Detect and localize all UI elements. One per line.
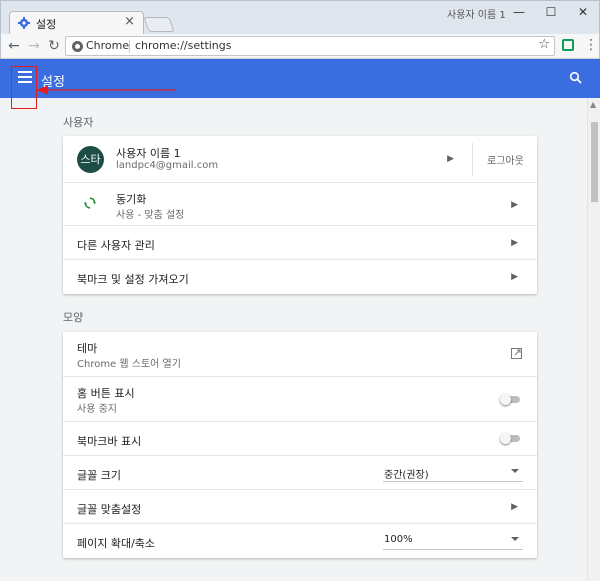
annotation-arrow-icon [36, 85, 176, 95]
window-titlebar: 설정 × 사용자 이름 1 — ☐ ✕ [0, 0, 600, 35]
font-size-title: 글꼴 크기 [77, 469, 121, 482]
people-card: 스타 사용자 이름 1 landpc4@gmail.com ▶ 로그아웃 동기화… [63, 136, 537, 294]
forward-button[interactable]: → [26, 38, 42, 54]
chevron-right-icon[interactable]: ▶ [447, 154, 454, 164]
page-zoom-row: 페이지 확대/축소 100% [63, 524, 537, 558]
customize-fonts-label: 글꼴 맞춤설정 [77, 503, 142, 516]
profile-name-badge[interactable]: 사용자 이름 1 [447, 6, 506, 21]
annotation-highlight-box [11, 66, 37, 109]
omnibox-separator [129, 40, 130, 53]
import-label: 북마크 및 설정 가져오기 [77, 273, 189, 286]
chevron-right-icon[interactable]: ▶ [511, 272, 518, 282]
manage-others-label: 다른 사용자 관리 [77, 239, 155, 252]
omnibox-chip: Chrome [86, 39, 130, 52]
profile-name: 사용자 이름 1 [116, 147, 181, 160]
sync-row[interactable]: 동기화 사용 - 맞춤 설정 ▶ [63, 183, 537, 226]
bookmarks-bar-title: 북마크바 표시 [77, 435, 142, 448]
home-button-title: 홈 버튼 표시 [77, 387, 135, 400]
minimize-button[interactable]: — [506, 4, 532, 20]
chevron-right-icon[interactable]: ▶ [511, 238, 518, 248]
gear-icon [18, 17, 30, 29]
manage-others-row[interactable]: 다른 사용자 관리 ▶ [63, 226, 537, 260]
home-button-toggle[interactable] [500, 394, 520, 405]
extension-icon[interactable] [562, 39, 574, 51]
vertical-scrollbar[interactable]: ▲ [587, 98, 600, 581]
url-text[interactable]: chrome://settings [135, 39, 232, 52]
sync-subtitle: 사용 - 맞춤 설정 [116, 210, 185, 221]
browser-toolbar: ← → ↻ Chrome chrome://settings ☆ ⋮ [0, 34, 600, 59]
chrome-menu-icon[interactable]: ⋮ [584, 37, 598, 53]
profile-row[interactable]: 스타 사용자 이름 1 landpc4@gmail.com ▶ 로그아웃 [63, 136, 537, 183]
tab-title: 설정 [36, 18, 57, 31]
theme-title: 테마 [77, 342, 98, 355]
customize-fonts-row[interactable]: 글꼴 맞춤설정 ▶ [63, 490, 537, 524]
appearance-card: 테마 Chrome 웹 스토어 열기 홈 버튼 표시 사용 중지 북마크바 표시 [63, 332, 537, 558]
profile-email: landpc4@gmail.com [116, 160, 219, 171]
close-window-button[interactable]: ✕ [570, 4, 596, 20]
chevron-down-icon [511, 537, 519, 541]
page-zoom-select[interactable]: 100% [383, 533, 523, 550]
section-label-appearance: 모양 [63, 311, 84, 324]
sync-icon [84, 197, 96, 209]
chrome-icon [72, 41, 83, 52]
bookmarks-bar-toggle[interactable] [500, 433, 520, 444]
section-label-people: 사용자 [63, 116, 94, 129]
theme-subtitle: Chrome 웹 스토어 열기 [77, 359, 181, 370]
bookmark-star-icon[interactable]: ☆ [538, 37, 550, 52]
new-tab-button[interactable] [143, 17, 175, 32]
tab-close-button[interactable]: × [124, 15, 135, 29]
back-button[interactable]: ← [6, 38, 22, 54]
home-button-row[interactable]: 홈 버튼 표시 사용 중지 [63, 377, 537, 422]
home-button-subtitle: 사용 중지 [77, 404, 117, 415]
search-icon[interactable] [569, 71, 583, 85]
maximize-button[interactable]: ☐ [538, 4, 564, 20]
font-size-row: 글꼴 크기 중간(권장) [63, 456, 537, 490]
tab-settings[interactable]: 설정 × [9, 11, 144, 35]
theme-row[interactable]: 테마 Chrome 웹 스토어 열기 [63, 332, 537, 377]
scroll-thumb[interactable] [591, 122, 598, 202]
settings-content: 사용자 스타 사용자 이름 1 landpc4@gmail.com ▶ 로그아웃… [0, 98, 587, 581]
bookmarks-bar-row[interactable]: 북마크바 표시 [63, 422, 537, 456]
sync-title: 동기화 [116, 193, 147, 206]
page-zoom-title: 페이지 확대/축소 [77, 537, 156, 550]
chevron-down-icon [511, 469, 519, 473]
font-size-value: 중간(권장) [384, 470, 429, 481]
divider [472, 143, 473, 176]
font-size-select[interactable]: 중간(권장) [383, 465, 523, 482]
address-bar[interactable]: Chrome chrome://settings ☆ [65, 36, 555, 56]
page-zoom-value: 100% [384, 534, 413, 545]
avatar: 스타 [77, 146, 104, 173]
scroll-up-arrow-icon[interactable]: ▲ [590, 100, 596, 109]
chevron-right-icon[interactable]: ▶ [511, 502, 518, 512]
chevron-right-icon[interactable]: ▶ [511, 200, 518, 210]
import-row[interactable]: 북마크 및 설정 가져오기 ▶ [63, 260, 537, 294]
external-link-icon[interactable] [511, 348, 522, 359]
logout-button[interactable]: 로그아웃 [487, 152, 524, 167]
reload-button[interactable]: ↻ [46, 38, 62, 54]
